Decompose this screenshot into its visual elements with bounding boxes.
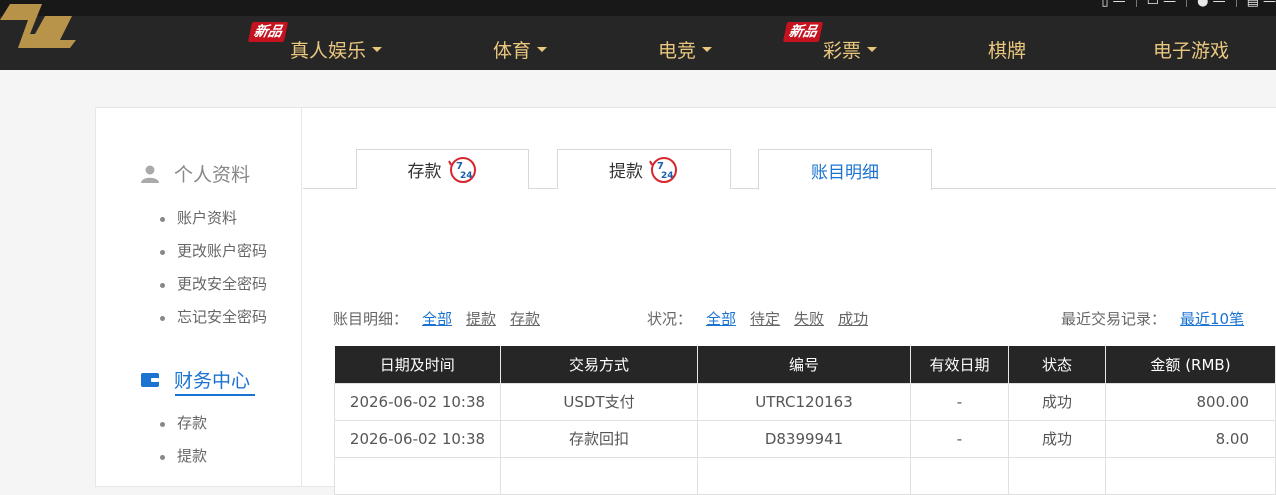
caret-down-icon xyxy=(867,47,878,52)
filter-status-pending[interactable]: 待定 xyxy=(750,310,780,328)
filter-label: 账目明细： xyxy=(333,310,409,328)
table-row xyxy=(334,456,1276,495)
nav-item-chess[interactable]: 棋牌 xyxy=(988,16,1026,70)
sidebar-section-profile[interactable]: 个人资料 xyxy=(140,160,250,187)
sidebar-section-title: 财务中心 xyxy=(174,370,251,392)
caret-down-icon xyxy=(537,47,548,52)
nav-item-lottery[interactable]: 彩票 xyxy=(823,16,878,70)
column-header: 交易方式 xyxy=(500,346,698,383)
cell-amount: 8.00 xyxy=(1105,419,1276,458)
finance-menu: 存款 提款 xyxy=(160,407,207,473)
nav-item-slots[interactable]: 电子游戏 xyxy=(1153,16,1229,70)
sidebar-item-change-password[interactable]: 更改账户密码 xyxy=(160,235,267,268)
filter-status-failed[interactable]: 失败 xyxy=(794,310,824,328)
nav-item-esports[interactable]: 电竞 xyxy=(658,16,713,70)
sidebar-item-deposit[interactable]: 存款 xyxy=(160,407,207,440)
7-24-badge-icon: 7 24 xyxy=(447,156,476,183)
column-header: 日期及时间 xyxy=(334,346,501,383)
utility-icon[interactable]: ▤ — xyxy=(1247,0,1276,9)
utility-icon[interactable]: ▭ — xyxy=(1147,0,1176,9)
table-row: 2026-06-02 10:38 USDT支付 UTRC120163 - 成功 … xyxy=(334,382,1276,421)
nav-label: 电子游戏 xyxy=(1153,40,1230,62)
table-row: 2026-06-02 10:38 存款回扣 D8399941 - 成功 8.00 xyxy=(334,419,1276,458)
filter-detail-deposit[interactable]: 存款 xyxy=(510,310,540,328)
column-header: 编号 xyxy=(697,346,911,383)
filter-recent-10[interactable]: 最近10笔 xyxy=(1180,310,1244,328)
cell-valid-date: - xyxy=(910,382,1009,421)
user-icon xyxy=(141,165,159,183)
cell-amount: 800.00 xyxy=(1105,382,1276,421)
transactions-table: 日期及时间 交易方式 编号 有效日期 状态 金额 (RMB) 2026-06-0… xyxy=(334,346,1276,495)
cell-number: UTRC120163 xyxy=(697,382,911,421)
nav-label: 体育 xyxy=(493,40,532,62)
filter-label: 状况： xyxy=(647,310,693,328)
column-header: 金额 (RMB) xyxy=(1105,346,1276,383)
filter-detail-all[interactable]: 全部 xyxy=(422,310,452,328)
detail-filter: 账目明细： 全部 提款 存款 xyxy=(333,308,540,329)
tab-withdraw[interactable]: 提款 7 24 xyxy=(557,149,731,189)
new-badge: 新品 xyxy=(782,22,824,42)
caret-down-icon xyxy=(702,47,713,52)
sidebar: 个人资料 账户资料 更改账户密码 更改安全密码 忘记安全密码 财务中心 存款 提… xyxy=(96,108,302,486)
column-header: 状态 xyxy=(1008,346,1106,383)
utility-links: ▯ — ▭ — ● — ▤ — xyxy=(1101,0,1276,9)
wallet-icon xyxy=(141,372,159,387)
cell-method: 存款回扣 xyxy=(500,419,698,458)
cell-number: D8399941 xyxy=(697,419,911,458)
nav-label: 电竞 xyxy=(658,40,697,62)
sidebar-item-withdraw[interactable]: 提款 xyxy=(160,440,207,473)
filter-detail-withdraw[interactable]: 提款 xyxy=(466,310,496,328)
nav-label: 彩票 xyxy=(823,40,862,62)
sidebar-item-forgot-security-password[interactable]: 忘记安全密码 xyxy=(160,301,267,334)
tab-label: 提款 xyxy=(609,162,643,182)
utility-icon[interactable]: ● — xyxy=(1197,0,1225,9)
cell-status: 成功 xyxy=(1008,382,1106,421)
filter-status-success[interactable]: 成功 xyxy=(838,310,868,328)
status-filter: 状况： 全部 待定 失败 成功 xyxy=(647,308,868,329)
7-24-badge-icon: 7 24 xyxy=(649,156,677,183)
caret-down-icon xyxy=(372,47,383,52)
filter-status-all[interactable]: 全部 xyxy=(706,310,736,328)
tab-label: 账目明细 xyxy=(811,162,879,183)
active-indicator xyxy=(175,394,255,396)
column-header: 有效日期 xyxy=(910,346,1009,383)
cell-valid-date: - xyxy=(910,419,1009,458)
sidebar-item-change-security-password[interactable]: 更改安全密码 xyxy=(160,268,267,301)
recent-filter: 最近交易记录： 最近10笔 xyxy=(1061,308,1244,329)
tab-account-details[interactable]: 账目明细 xyxy=(758,149,932,190)
tab-label: 存款 xyxy=(407,162,442,182)
divider xyxy=(1135,0,1137,7)
divider xyxy=(1235,0,1237,7)
badge-bottom-text: 24 xyxy=(661,171,674,181)
sidebar-item-account-info[interactable]: 账户资料 xyxy=(160,202,267,235)
badge-bottom-text: 24 xyxy=(460,171,473,181)
utility-icon[interactable]: ▯ — xyxy=(1101,0,1125,9)
profile-menu: 账户资料 更改账户密码 更改安全密码 忘记安全密码 xyxy=(160,202,267,334)
tab-deposit[interactable]: 存款 7 24 xyxy=(356,149,529,189)
nav-label: 棋牌 xyxy=(988,40,1027,62)
account-panel: 个人资料 账户资料 更改账户密码 更改安全密码 忘记安全密码 财务中心 存款 提… xyxy=(95,107,1276,495)
cell-datetime: 2026-06-02 10:38 xyxy=(334,382,501,421)
nav-item-sports[interactable]: 体育 xyxy=(493,16,548,70)
cell-datetime: 2026-06-02 10:38 xyxy=(334,419,501,458)
cell-method: USDT支付 xyxy=(500,382,698,421)
cell-status: 成功 xyxy=(1008,419,1106,458)
new-badge: 新品 xyxy=(247,22,289,42)
table-header-row: 日期及时间 交易方式 编号 有效日期 状态 金额 (RMB) xyxy=(334,346,1276,383)
logo[interactable] xyxy=(0,0,80,70)
top-utility-bar: ▯ — ▭ — ● — ▤ — xyxy=(0,0,1276,16)
sidebar-section-title: 个人资料 xyxy=(174,164,251,186)
nav-item-live-casino[interactable]: 真人娱乐 xyxy=(290,16,383,70)
filter-label: 最近交易记录： xyxy=(1061,310,1167,328)
sidebar-section-finance[interactable]: 财务中心 xyxy=(140,366,250,393)
nav-label: 真人娱乐 xyxy=(290,40,367,62)
main-nav: 新品 真人娱乐 体育 电竞 新品 彩票 棋牌 电子游戏 xyxy=(0,4,1276,70)
divider xyxy=(1186,0,1188,7)
